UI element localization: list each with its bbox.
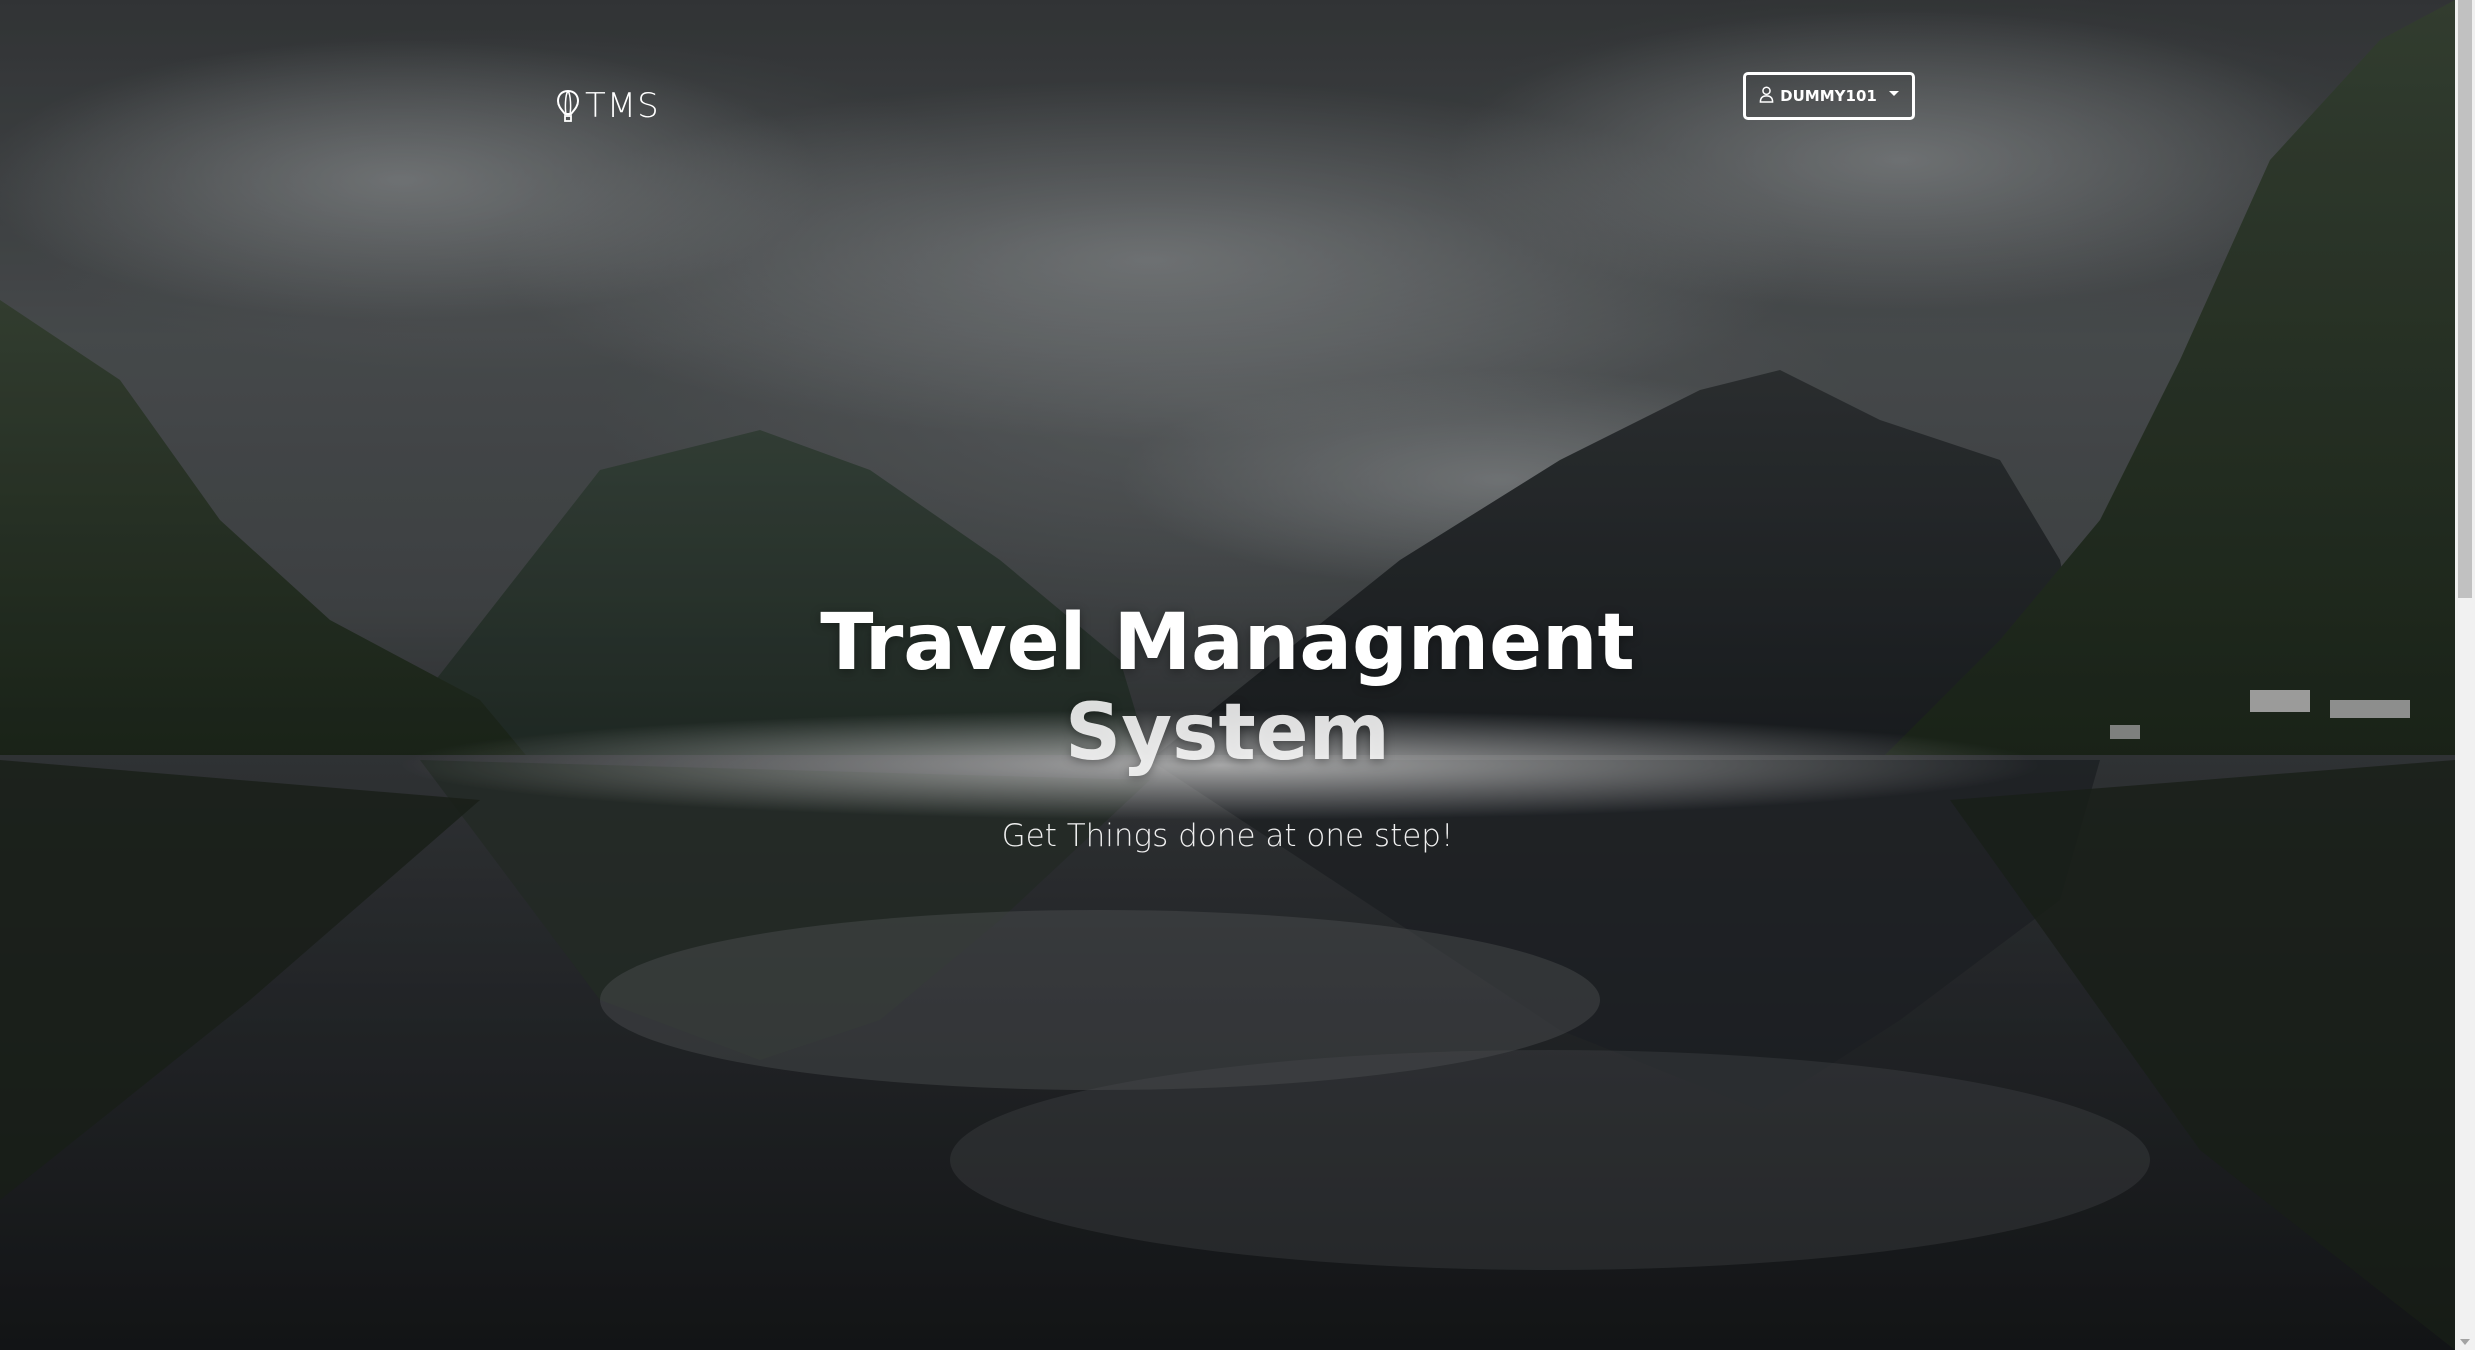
scroll-down-arrow-icon[interactable] — [2460, 1339, 2470, 1345]
chevron-down-icon — [1888, 90, 1899, 96]
hero-title-line2: System — [1065, 688, 1390, 778]
hero-subtitle: Get Things done at one step! — [1001, 818, 1454, 854]
hero-title-line1: Travel Managment — [820, 598, 1635, 688]
page-viewport: TMS DUMMY101 Travel Managment System Get… — [0, 0, 2455, 1350]
user-menu-button[interactable]: DUMMY101 — [1743, 72, 1915, 120]
hot-air-balloon-icon — [555, 89, 581, 123]
vertical-scrollbar[interactable] — [2455, 0, 2475, 1350]
user-menu-label: DUMMY101 — [1780, 87, 1877, 105]
user-icon — [1759, 85, 1774, 107]
brand-logo[interactable]: TMS — [555, 86, 660, 126]
hero-title: Travel Managment System — [0, 598, 2455, 778]
brand-name: TMS — [585, 86, 660, 126]
hero-section: Travel Managment System Get Things done … — [0, 598, 2455, 854]
scrollbar-thumb[interactable] — [2458, 0, 2472, 598]
